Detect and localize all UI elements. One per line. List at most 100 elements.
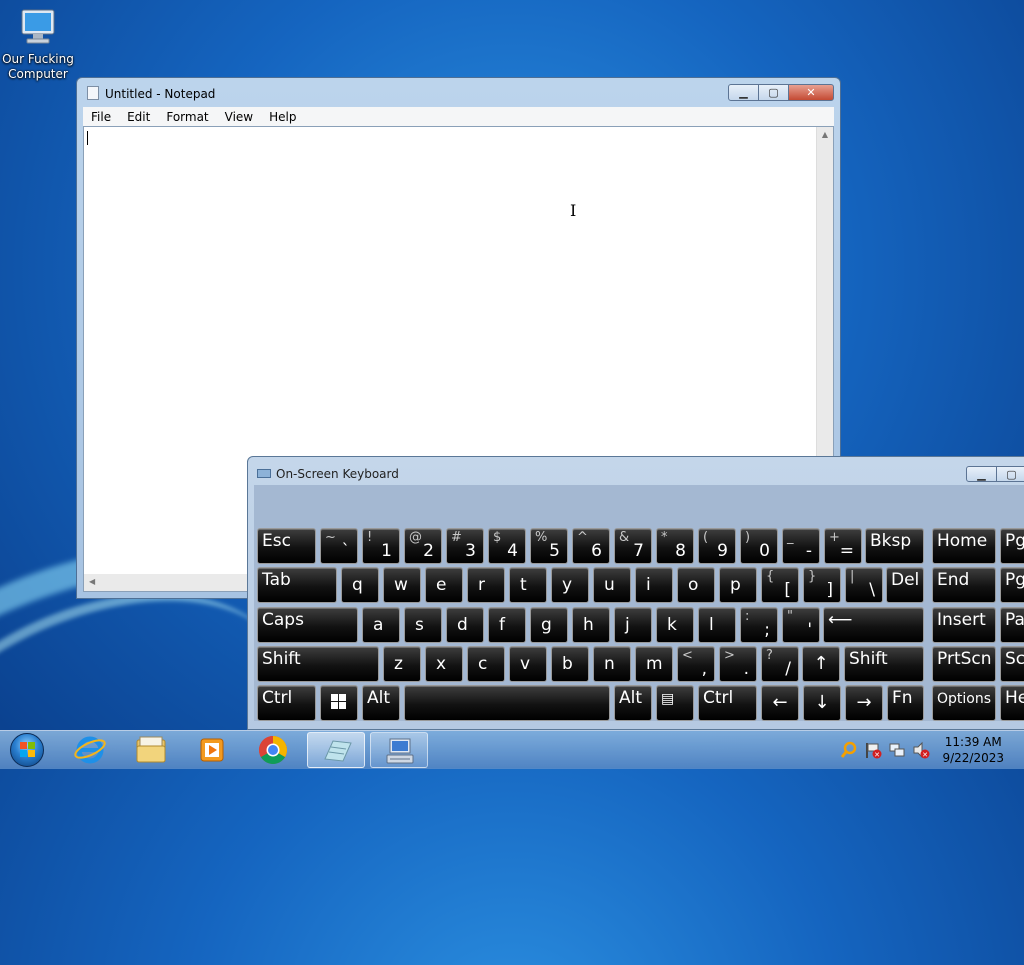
key-pause[interactable]: Pa xyxy=(1000,607,1024,643)
key-space[interactable] xyxy=(404,685,610,721)
key-digit-3[interactable]: #3 xyxy=(446,528,484,564)
key-home[interactable]: Home xyxy=(932,528,996,564)
key-v[interactable]: v xyxy=(509,646,547,682)
minimize-button[interactable]: ▁ xyxy=(728,84,759,101)
key-j[interactable]: j xyxy=(614,607,652,643)
key-sym-0[interactable]: <, xyxy=(677,646,715,682)
key-fn[interactable]: Fn xyxy=(887,685,924,721)
key-d[interactable]: d xyxy=(446,607,484,643)
key-w[interactable]: w xyxy=(383,567,421,603)
key-right[interactable]: → xyxy=(845,685,883,721)
key-f[interactable]: f xyxy=(488,607,526,643)
key-r[interactable]: r xyxy=(467,567,505,603)
key-punct-1[interactable]: " ' xyxy=(782,607,820,643)
taskbar-on-screen-keyboard[interactable] xyxy=(370,732,428,768)
key-esc[interactable]: Esc xyxy=(257,528,316,564)
key-caps[interactable]: Caps xyxy=(257,607,358,643)
key-digit-12[interactable]: + = xyxy=(824,528,862,564)
key-insert[interactable]: Insert xyxy=(932,607,996,643)
key-sym-1[interactable]: >. xyxy=(719,646,757,682)
key-digit-8[interactable]: * 8 xyxy=(656,528,694,564)
key-digit-7[interactable]: & 7 xyxy=(614,528,652,564)
key-y[interactable]: y xyxy=(551,567,589,603)
key-m[interactable]: m xyxy=(635,646,673,682)
scroll-up-icon[interactable]: ▲ xyxy=(817,127,833,139)
key-windows[interactable] xyxy=(320,685,358,721)
volume-muted-icon[interactable]: ✕ xyxy=(912,741,930,759)
key-g[interactable]: g xyxy=(530,607,568,643)
key-tab[interactable]: Tab xyxy=(257,567,337,603)
key-b[interactable]: b xyxy=(551,646,589,682)
desktop-icon-computer[interactable]: Our Fucking Computer xyxy=(2,8,74,82)
key-punct-0[interactable]: :; xyxy=(740,607,778,643)
maximize-button[interactable]: ▢ xyxy=(758,84,789,101)
key-sym-2[interactable]: ? / xyxy=(761,646,799,682)
key-digit-6[interactable]: ^ 6 xyxy=(572,528,610,564)
network-icon[interactable] xyxy=(888,741,906,759)
key-end[interactable]: End xyxy=(932,567,996,603)
key-e[interactable]: e xyxy=(425,567,463,603)
taskbar-chrome[interactable] xyxy=(244,732,302,768)
close-button[interactable]: ✕ xyxy=(788,84,834,101)
key-digit-11[interactable]: _ - xyxy=(782,528,820,564)
key-h[interactable]: h xyxy=(572,607,610,643)
key-digit-5[interactable]: % 5 xyxy=(530,528,568,564)
key-left[interactable]: ← xyxy=(761,685,799,721)
key-s[interactable]: s xyxy=(404,607,442,643)
key-pgup[interactable]: Pg xyxy=(1000,528,1024,564)
key-digit-9[interactable]: (9 xyxy=(698,528,736,564)
key-digit-1[interactable]: ! 1 xyxy=(362,528,400,564)
key-backspace[interactable]: Bksp xyxy=(865,528,924,564)
key-alt-left[interactable]: Alt xyxy=(362,685,400,721)
key-n[interactable]: n xyxy=(593,646,631,682)
key-help[interactable]: He xyxy=(1000,685,1024,721)
key-digit-4[interactable]: $4 xyxy=(488,528,526,564)
taskbar-explorer[interactable] xyxy=(122,732,180,768)
key-down[interactable]: ↓ xyxy=(803,685,841,721)
key-scroll[interactable]: Sc xyxy=(1000,646,1024,682)
key-p[interactable]: p xyxy=(719,567,757,603)
search-icon[interactable] xyxy=(840,741,858,759)
taskbar-notepad[interactable] xyxy=(307,732,365,768)
key-l[interactable]: l xyxy=(698,607,736,643)
menu-format[interactable]: Format xyxy=(158,110,216,124)
key-z[interactable]: z xyxy=(383,646,421,682)
key-u[interactable]: u xyxy=(593,567,631,603)
key-ctrl-left[interactable]: Ctrl xyxy=(257,685,316,721)
menu-view[interactable]: View xyxy=(217,110,261,124)
key-up[interactable]: ↑ xyxy=(802,646,840,682)
clock[interactable]: 11:39 AM 9/22/2023 xyxy=(942,734,1004,766)
key-alt-right[interactable]: Alt xyxy=(614,685,652,721)
start-button[interactable] xyxy=(4,731,48,769)
key-c[interactable]: c xyxy=(467,646,505,682)
key-enter[interactable]: ⟵ xyxy=(823,607,924,643)
menu-help[interactable]: Help xyxy=(261,110,304,124)
key-shift-left[interactable]: Shift xyxy=(257,646,379,682)
key-o[interactable]: o xyxy=(677,567,715,603)
key-digit-10[interactable]: ) 0 xyxy=(740,528,778,564)
key-delete[interactable]: Del xyxy=(886,567,924,603)
key-q[interactable]: q xyxy=(341,567,379,603)
key-options[interactable]: Options xyxy=(932,685,996,721)
key-bracket-2[interactable]: | \ xyxy=(845,567,883,603)
key-bracket-0[interactable]: {[ xyxy=(761,567,799,603)
key-pgdn[interactable]: Pg xyxy=(1000,567,1024,603)
taskbar-ie[interactable] xyxy=(61,732,119,768)
taskbar-media-player[interactable] xyxy=(183,732,241,768)
key-menu[interactable]: ▤ xyxy=(656,685,694,721)
action-center-flag-icon[interactable]: ✕ xyxy=(864,741,882,759)
key-digit-2[interactable]: @2 xyxy=(404,528,442,564)
key-a[interactable]: a xyxy=(362,607,400,643)
key-prtscn[interactable]: PrtScn xyxy=(932,646,996,682)
menu-file[interactable]: File xyxy=(83,110,119,124)
key-x[interactable]: x xyxy=(425,646,463,682)
menu-edit[interactable]: Edit xyxy=(119,110,158,124)
key-ctrl-right[interactable]: Ctrl xyxy=(698,685,757,721)
osk-maximize-button[interactable]: ▢ xyxy=(996,466,1024,482)
key-digit-0[interactable]: ~ ` xyxy=(320,528,358,564)
key-shift-right[interactable]: Shift xyxy=(844,646,924,682)
key-bracket-1[interactable]: }] xyxy=(803,567,841,603)
on-screen-keyboard-window[interactable]: On-Screen Keyboard ▁ ▢ Esc ~ `! 1 @2 #3 $4% 5 ^… xyxy=(247,456,1024,730)
key-i[interactable]: i xyxy=(635,567,673,603)
key-k[interactable]: k xyxy=(656,607,694,643)
